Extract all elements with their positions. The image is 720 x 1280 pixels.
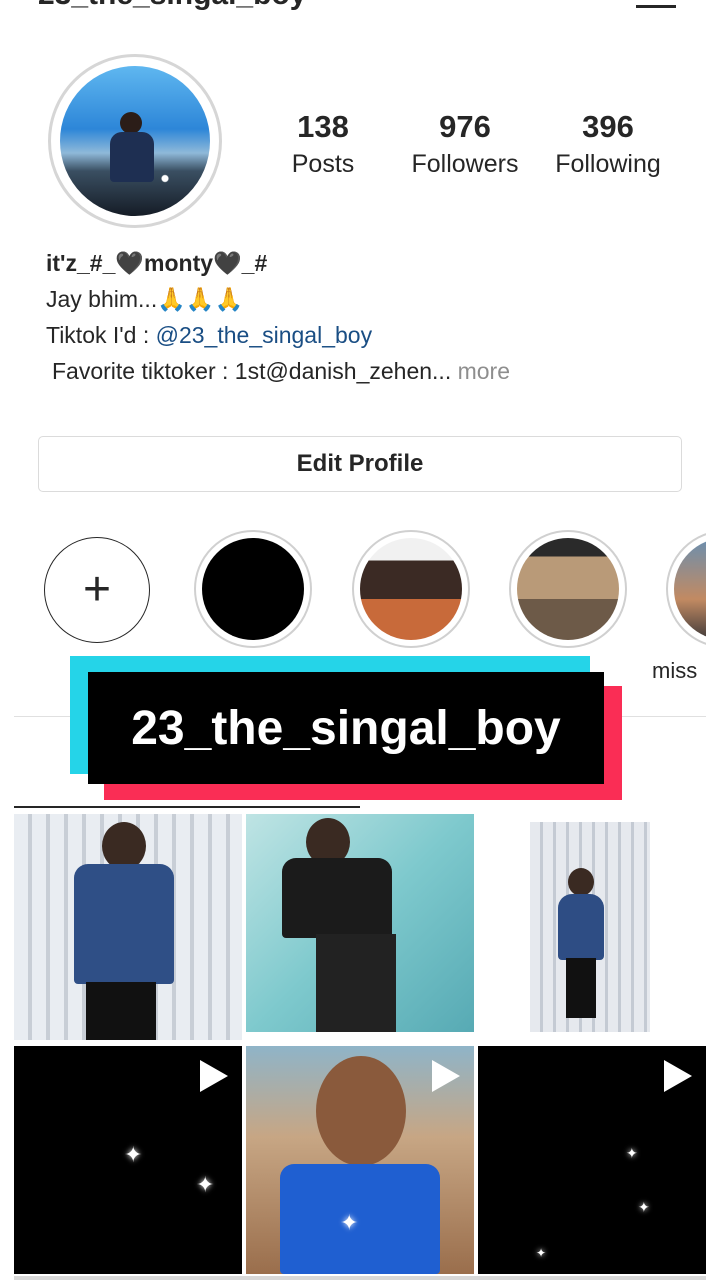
sparkle-icon: ✦	[124, 1142, 143, 1167]
post-1-figure-body	[74, 864, 174, 984]
profile-avatar[interactable]	[48, 54, 222, 228]
play-icon	[432, 1060, 460, 1092]
sparkle-icon: ✦	[626, 1145, 638, 1161]
sparkle-icon: ✦	[536, 1246, 547, 1260]
bio-tiktok-link[interactable]: @23_the_singal_boy	[156, 322, 372, 348]
posts-count: 138	[297, 109, 349, 144]
highlight-5-cover	[674, 538, 706, 640]
sparkle-icon: ✦	[196, 1172, 215, 1197]
post-5-face	[316, 1056, 406, 1166]
post-3-figure-head	[568, 868, 594, 896]
post-2-figure-legs	[316, 934, 396, 1032]
post-2-figure-body	[282, 858, 392, 938]
avatar-image	[60, 66, 210, 216]
grid-post-6[interactable]: ✦ ✦ ✦	[478, 1046, 706, 1274]
following-count: 396	[582, 109, 634, 144]
hamburger-menu-icon[interactable]	[636, 0, 676, 12]
grid-tab-indicator[interactable]	[14, 806, 360, 808]
highlight-4-cover	[517, 538, 619, 640]
bio-line-3: Favorite tiktoker : 1st@danish_zehen... …	[52, 358, 510, 385]
bio-favorite-text: Favorite tiktoker : 1st@danish_zehen...	[52, 358, 452, 384]
highlight-5-label: miss	[652, 658, 698, 683]
post-3-figure-body	[558, 894, 604, 960]
avatar-person-head	[120, 112, 142, 134]
highlight-4[interactable]	[509, 530, 627, 648]
profile-screen: 23_the_singal_boy 138 Posts 976 Follower…	[14, 0, 706, 1280]
stat-posts[interactable]: 138 Posts	[248, 108, 398, 182]
grid-next-row	[14, 1276, 706, 1280]
stat-following[interactable]: 396 Following	[533, 108, 683, 182]
grid-post-1[interactable]	[14, 814, 242, 1040]
bio-line-1: Jay bhim...🙏🙏🙏	[46, 286, 244, 312]
bio-line-2: Tiktok I'd : @23_the_singal_boy	[46, 322, 372, 349]
stat-followers[interactable]: 976 Followers	[390, 108, 540, 182]
sparkle-icon: ✦	[638, 1199, 650, 1215]
post-5-shirt	[280, 1164, 440, 1274]
post-3-photo	[530, 822, 650, 1032]
highlight-3-cover	[360, 538, 462, 640]
grid-post-2[interactable]	[246, 814, 474, 1032]
highlight-3[interactable]	[352, 530, 470, 648]
posts-label: Posts	[291, 150, 355, 178]
followers-label: Followers	[411, 150, 519, 178]
highlight-new[interactable]: +	[44, 537, 150, 643]
post-3-figure-legs	[566, 958, 596, 1018]
grid-post-4[interactable]: ✦ ✦	[14, 1046, 242, 1274]
following-label: Following	[555, 150, 661, 178]
play-icon	[200, 1060, 228, 1092]
bio-more-link[interactable]: more	[451, 358, 510, 384]
post-1-figure-legs	[86, 982, 156, 1040]
sparkle-icon: ✦	[340, 1210, 359, 1235]
play-icon	[664, 1060, 692, 1092]
highlight-5[interactable]	[666, 530, 706, 648]
grid-post-3[interactable]	[478, 814, 706, 1040]
post-1-figure-head	[102, 822, 146, 870]
highlight-2-cover	[202, 538, 304, 640]
highlight-2[interactable]	[194, 530, 312, 648]
plus-icon: +	[82, 563, 112, 616]
username-banner: 23_the_singal_boy	[88, 672, 604, 784]
followers-count: 976	[439, 109, 491, 144]
grid-post-5[interactable]: ✦	[246, 1046, 474, 1274]
edit-profile-button[interactable]: Edit Profile	[38, 436, 682, 492]
avatar-person-body	[110, 132, 154, 182]
bio-tiktok-prefix: Tiktok I'd :	[46, 322, 156, 348]
header-username: 23_the_singal_boy	[38, 0, 306, 12]
bio-display-name: it'z_#_🖤monty🖤_#	[46, 250, 268, 276]
